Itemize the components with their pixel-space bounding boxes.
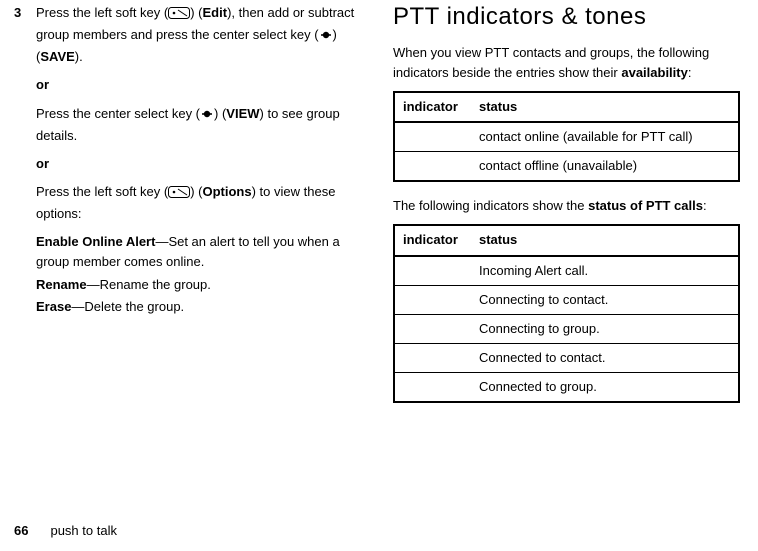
center-select-key-icon	[319, 27, 333, 47]
status-cell: Connected to contact.	[471, 344, 739, 373]
status-cell: Connecting to group.	[471, 314, 739, 343]
availability-table: indicator status contact online (availab…	[393, 91, 740, 182]
left-soft-key-icon	[168, 5, 190, 25]
indicator-cell	[394, 285, 471, 314]
page-number: 66	[14, 523, 28, 538]
step-para-3: Press the left soft key () (Options) to …	[36, 182, 361, 224]
options-label: Options	[203, 184, 252, 199]
indicator-cell	[394, 256, 471, 286]
text: ) (	[214, 106, 226, 121]
text: ) (	[190, 5, 202, 20]
table-header-row: indicator status	[394, 92, 739, 122]
view-label: VIEW	[226, 106, 259, 121]
save-label: SAVE	[40, 49, 74, 64]
text: Press the left soft key (	[36, 5, 168, 20]
step-number: 3	[14, 3, 36, 325]
or-2: or	[36, 154, 361, 174]
intro-para: When you view PTT contacts and groups, t…	[393, 43, 740, 83]
table-row: contact online (available for PTT call)	[394, 122, 739, 152]
status-cell: contact online (available for PTT call)	[471, 122, 739, 152]
def-body: —Rename the group.	[87, 277, 211, 292]
step-3: 3 Press the left soft key () (Edit), the…	[14, 3, 361, 325]
col-indicator: indicator	[394, 225, 471, 255]
section-heading: PTT indicators & tones	[393, 3, 740, 31]
col-status: status	[471, 92, 739, 122]
text: The following indicators show the	[393, 198, 588, 213]
indicator-cell	[394, 152, 471, 182]
table-row: contact offline (unavailable)	[394, 152, 739, 182]
text: :	[703, 198, 707, 213]
indicator-cell	[394, 344, 471, 373]
text: Press the center select key (	[36, 106, 200, 121]
status-cell: Incoming Alert call.	[471, 256, 739, 286]
def-term: Rename	[36, 277, 87, 292]
step-para-2: Press the center select key () (VIEW) to…	[36, 104, 361, 146]
status-cell: Connecting to contact.	[471, 285, 739, 314]
page: 3 Press the left soft key () (Edit), the…	[0, 0, 758, 551]
status-bold: status of PTT calls	[588, 198, 703, 213]
step-para-1: Press the left soft key () (Edit), then …	[36, 3, 361, 67]
indicator-cell	[394, 314, 471, 343]
left-soft-key-icon	[168, 184, 190, 204]
table-row: Connected to contact.	[394, 344, 739, 373]
def-body: —Delete the group.	[71, 299, 184, 314]
right-column: PTT indicators & tones When you view PTT…	[383, 3, 740, 551]
footer: 66 push to talk	[14, 521, 117, 541]
or-1: or	[36, 75, 361, 95]
call-status-table: indicator status Incoming Alert call. Co…	[393, 224, 740, 403]
mid-para: The following indicators show the status…	[393, 196, 740, 216]
def-term: Enable Online Alert	[36, 234, 155, 249]
def-term: Erase	[36, 299, 71, 314]
footer-section: push to talk	[50, 523, 117, 538]
indicator-cell	[394, 373, 471, 403]
table-row: Connecting to group.	[394, 314, 739, 343]
def-rename: Rename—Rename the group.	[36, 275, 361, 295]
def-enable-online-alert: Enable Online Alert—Set an alert to tell…	[36, 232, 361, 272]
table-row: Incoming Alert call.	[394, 256, 739, 286]
col-indicator: indicator	[394, 92, 471, 122]
table-header-row: indicator status	[394, 225, 739, 255]
status-cell: contact offline (unavailable)	[471, 152, 739, 182]
center-select-key-icon	[200, 106, 214, 126]
status-cell: Connected to group.	[471, 373, 739, 403]
table-row: Connected to group.	[394, 373, 739, 403]
col-status: status	[471, 225, 739, 255]
text: ) (	[190, 184, 202, 199]
text: ).	[75, 49, 83, 64]
indicator-cell	[394, 122, 471, 152]
text: Press the left soft key (	[36, 184, 168, 199]
text: :	[688, 65, 692, 80]
table-row: Connecting to contact.	[394, 285, 739, 314]
def-erase: Erase—Delete the group.	[36, 297, 361, 317]
step-body: Press the left soft key () (Edit), then …	[36, 3, 361, 325]
availability-bold: availability	[621, 65, 687, 80]
left-column: 3 Press the left soft key () (Edit), the…	[14, 3, 383, 551]
edit-label: Edit	[203, 5, 228, 20]
